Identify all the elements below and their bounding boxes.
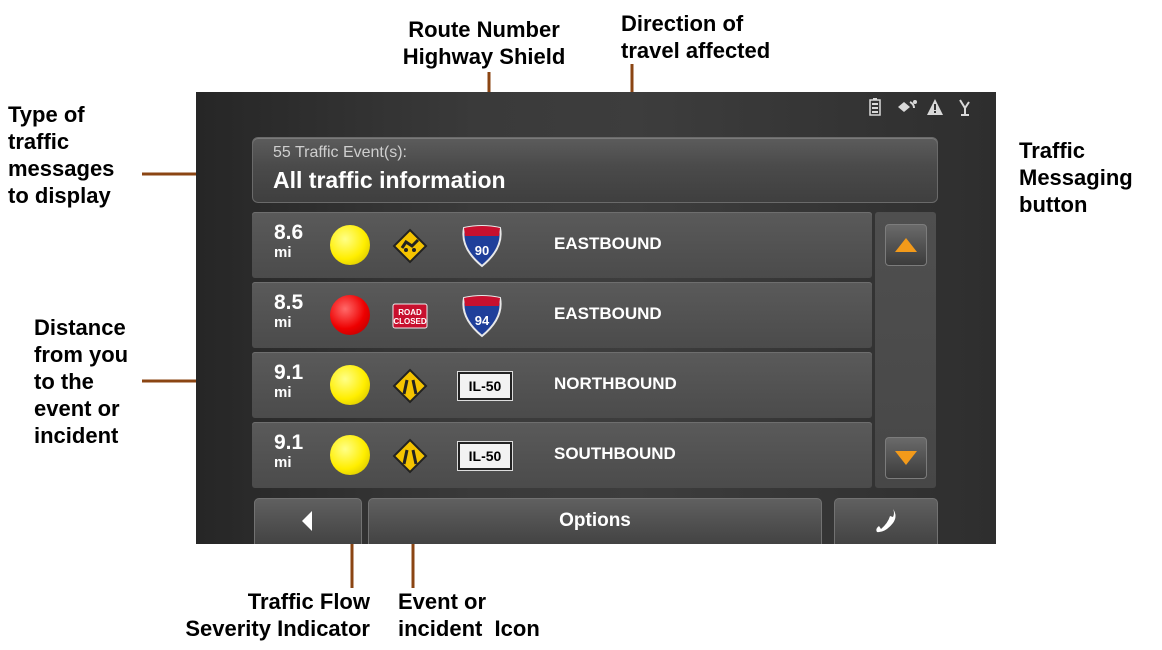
- callout-line: event or: [34, 396, 120, 421]
- callout-line: Direction of: [621, 11, 744, 36]
- traffic-type-label: All traffic information: [273, 167, 506, 193]
- callout-severity: Traffic Flow Severity Indicator: [150, 588, 370, 642]
- traffic-event-row[interactable]: 9.1 mi IL-50 SOUTHBOUND: [252, 422, 872, 488]
- interstate-shield-icon: 94: [462, 295, 502, 338]
- callout-line: Route Number: [408, 17, 560, 42]
- distance-unit: mi: [274, 454, 292, 471]
- interstate-shield-icon: 90: [462, 225, 502, 268]
- phone-icon: [876, 509, 896, 533]
- callout-line: to the: [34, 369, 94, 394]
- road-closed-text: CLOSED: [393, 317, 427, 326]
- traffic-event-row[interactable]: 8.6 mi 90 EASTBOUND: [252, 212, 872, 278]
- back-button[interactable]: [254, 498, 362, 544]
- arrow-down-icon: [895, 451, 917, 465]
- callout-type-of-messages: Type of traffic messages to display: [8, 101, 114, 209]
- callout-direction: Direction of travel affected: [621, 10, 770, 64]
- road-narrows-icon: [392, 438, 428, 474]
- options-button[interactable]: Options: [368, 498, 822, 544]
- distance-value: 8.5: [274, 291, 304, 314]
- gps-signal-icon: [956, 98, 974, 121]
- road-closed-text: ROAD: [398, 308, 422, 317]
- callout-line: travel affected: [621, 38, 771, 63]
- event-distance: 9.1 mi: [274, 361, 304, 402]
- distance-unit: mi: [274, 314, 292, 331]
- callout-line: Distance: [34, 315, 126, 340]
- event-distance: 9.1 mi: [274, 431, 304, 472]
- callout-line: Event or: [398, 589, 487, 614]
- callout-line: Traffic: [1019, 138, 1086, 163]
- travel-direction: SOUTHBOUND: [554, 444, 676, 463]
- traffic-event-count: 55 Traffic Event(s):: [273, 144, 407, 161]
- callout-line: Traffic Flow: [247, 589, 370, 614]
- event-distance: 8.5 mi: [274, 291, 304, 332]
- distance-unit: mi: [274, 244, 292, 261]
- callout-traffic-button: Traffic Messaging button: [1019, 137, 1133, 218]
- scroll-up-button[interactable]: [885, 224, 927, 266]
- distance-unit: mi: [274, 384, 292, 401]
- scroll-column: [875, 212, 936, 488]
- travel-direction: EASTBOUND: [554, 304, 662, 323]
- callout-line: Highway Shield: [402, 44, 566, 69]
- status-bar: [866, 98, 974, 121]
- severity-indicator-yellow: [330, 435, 370, 475]
- callout-line: button: [1019, 192, 1088, 217]
- route-number: 90: [475, 243, 489, 258]
- callout-line: Type of: [8, 102, 85, 127]
- travel-direction: EASTBOUND: [554, 234, 662, 253]
- scroll-down-button[interactable]: [885, 437, 927, 479]
- road-closed-icon: ROAD CLOSED: [392, 303, 428, 329]
- callout-line: incident: [34, 423, 119, 448]
- callout-event-icon: Event or incident Icon: [398, 588, 540, 642]
- traffic-event-row[interactable]: 9.1 mi IL-50 NORTHBOUND: [252, 352, 872, 418]
- traffic-messaging-button[interactable]: 55 Traffic Event(s): All traffic informa…: [252, 137, 938, 203]
- chevron-left-icon: [302, 511, 312, 531]
- phone-button[interactable]: [834, 498, 938, 544]
- state-route-sign: IL-50: [457, 441, 513, 471]
- severity-indicator-red: [330, 295, 370, 335]
- state-route-sign: IL-50: [457, 371, 513, 401]
- route-number: 94: [475, 313, 490, 328]
- road-hazard-icon: [392, 228, 428, 264]
- road-narrows-icon: [392, 368, 428, 404]
- traffic-event-list: 8.6 mi 90 EASTBOUND 8.5 mi ROAD CLOSED 9…: [252, 212, 872, 492]
- distance-value: 9.1: [274, 361, 304, 384]
- battery-icon: [866, 98, 884, 121]
- callout-line: Severity Indicator: [185, 616, 370, 641]
- callout-line: incident Icon: [398, 616, 540, 641]
- event-distance: 8.6 mi: [274, 221, 304, 262]
- arrow-up-icon: [895, 238, 917, 252]
- callout-line: from you: [34, 342, 129, 367]
- satellite-dish-icon: [896, 98, 917, 121]
- callout-line: messages: [8, 156, 115, 181]
- distance-value: 8.6: [274, 221, 304, 244]
- distance-value: 9.1: [274, 431, 304, 454]
- severity-indicator-yellow: [330, 365, 370, 405]
- warning-triangle-icon: [926, 98, 944, 121]
- callout-distance: Distance from you to the event or incide…: [34, 314, 128, 449]
- travel-direction: NORTHBOUND: [554, 374, 677, 393]
- navigation-screen: 55 Traffic Event(s): All traffic informa…: [196, 92, 996, 544]
- callout-route-shield: Route Number Highway Shield: [362, 16, 606, 70]
- traffic-event-row[interactable]: 8.5 mi ROAD CLOSED 94 EASTBOUND: [252, 282, 872, 348]
- severity-indicator-yellow: [330, 225, 370, 265]
- callout-line: traffic: [8, 129, 70, 154]
- callout-line: Messaging: [1019, 165, 1133, 190]
- callout-line: to display: [8, 183, 111, 208]
